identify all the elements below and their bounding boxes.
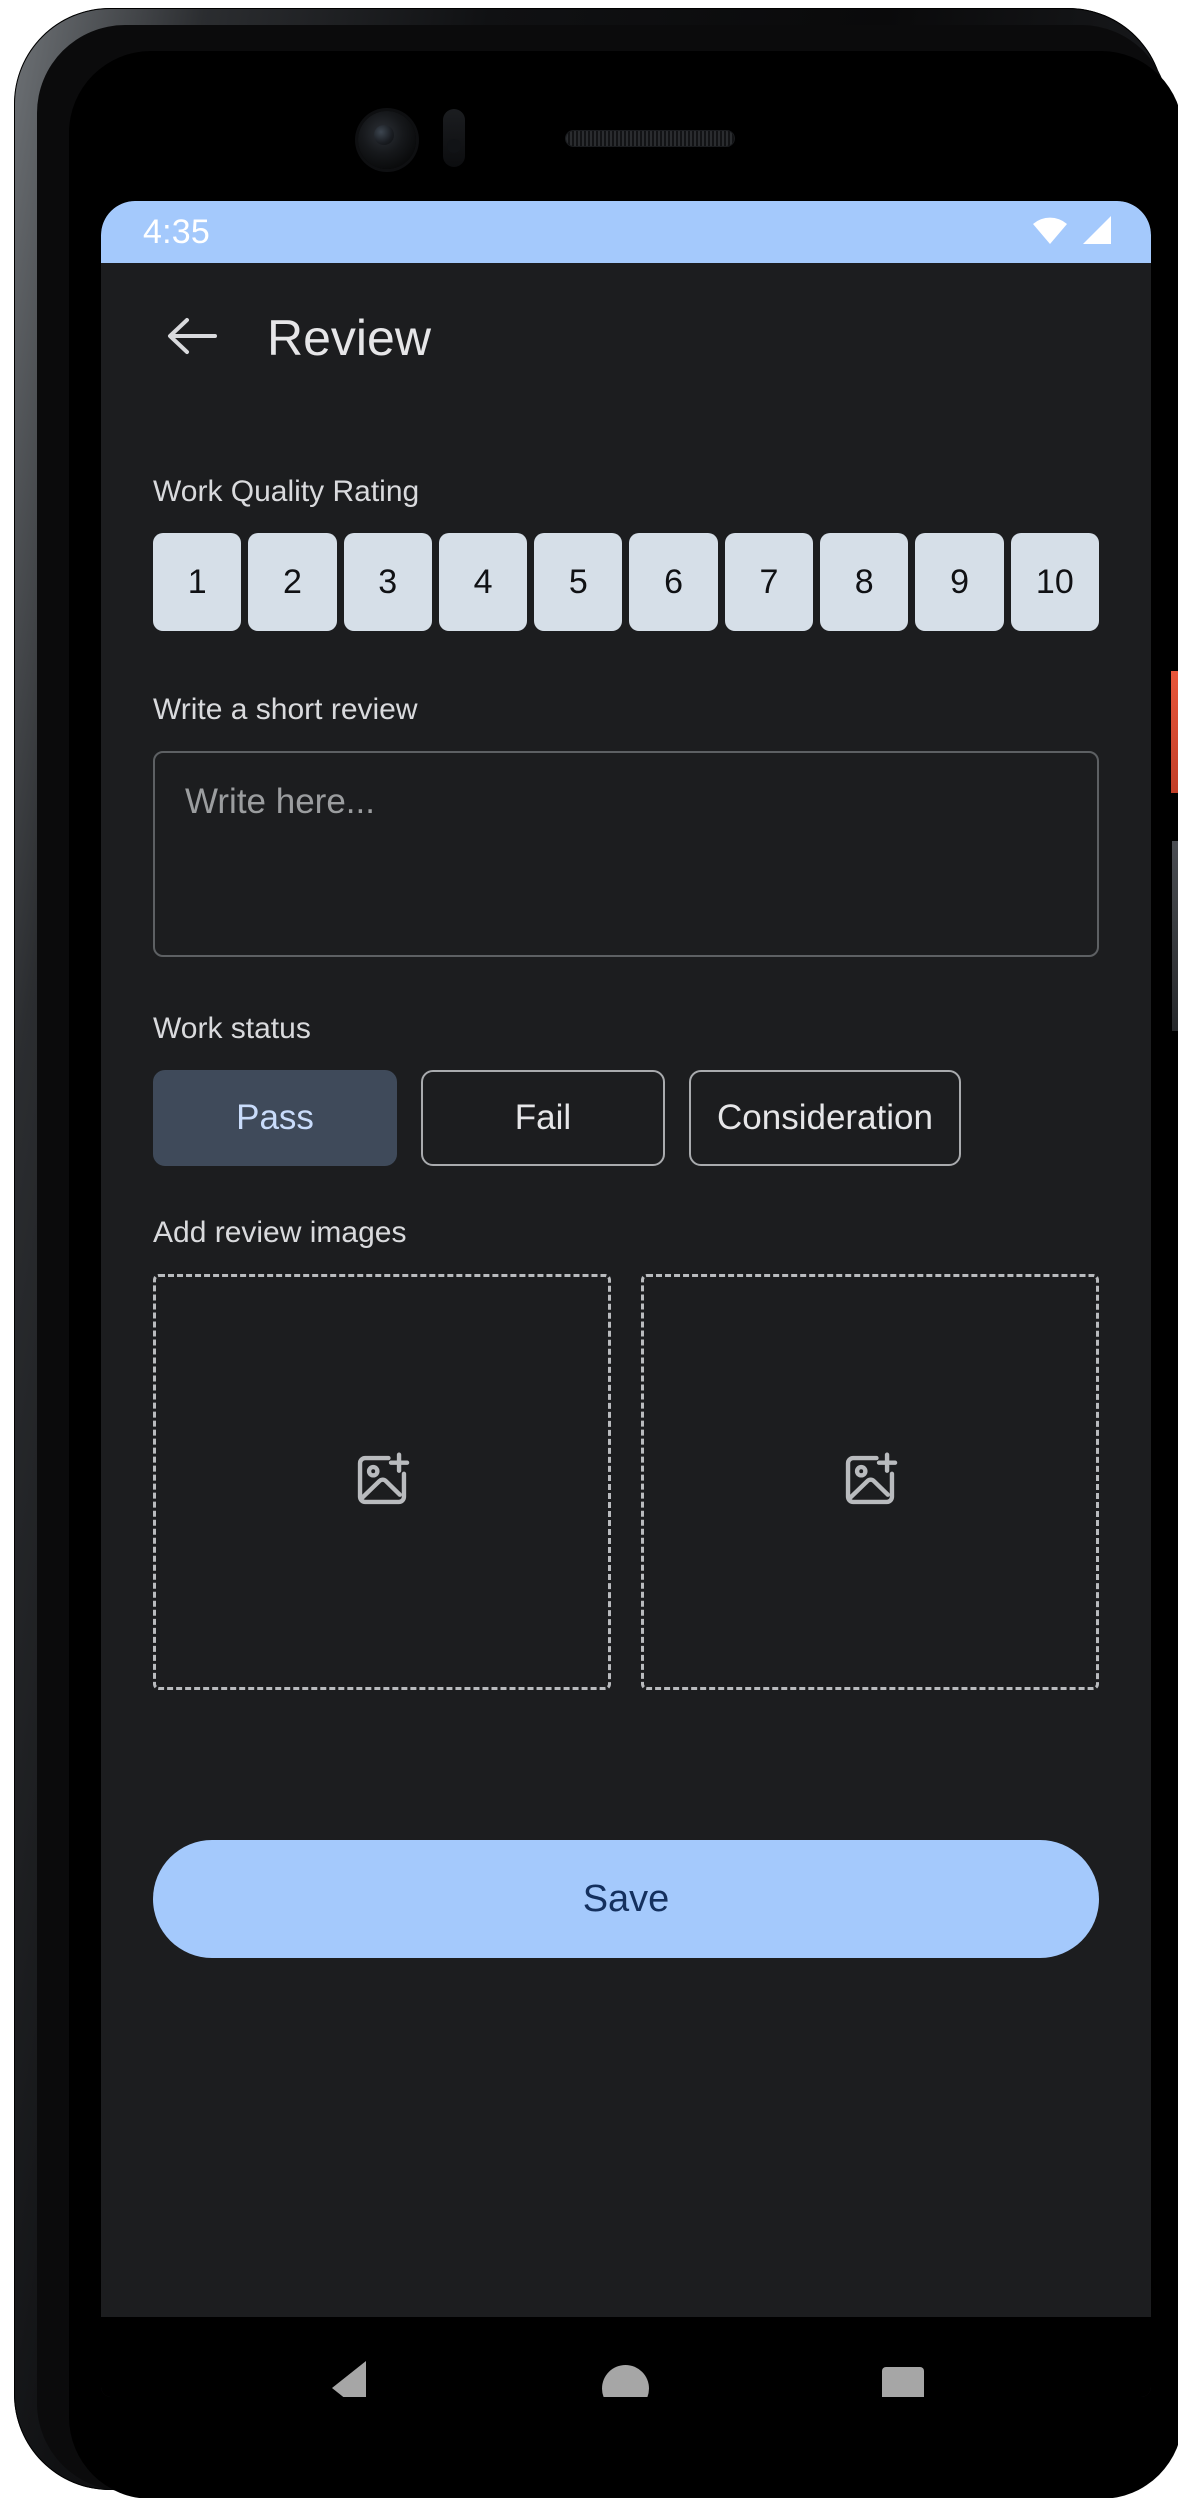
- rating-chip-4[interactable]: 4: [438, 533, 528, 631]
- save-button-wrapper: Save: [153, 1840, 1099, 1958]
- nav-back-icon: [332, 2361, 367, 2397]
- nav-back-button[interactable]: [304, 2343, 394, 2397]
- image-slot-2[interactable]: [641, 1274, 1099, 1690]
- phone-frame-inner: 4:35 Review Work Quality Rating 1 2 3 4 …: [37, 25, 1178, 2498]
- app-content: Review Work Quality Rating 1 2 3 4 5 6 7…: [101, 263, 1151, 2317]
- phone-body: 4:35 Review Work Quality Rating 1 2 3 4 …: [69, 51, 1178, 2498]
- add-images-label: Add review images: [153, 1216, 407, 1249]
- save-button[interactable]: Save: [153, 1840, 1099, 1958]
- rating-chip-2[interactable]: 2: [248, 533, 337, 631]
- status-bar-clock: 4:35: [143, 213, 210, 251]
- image-slot-group: [153, 1274, 1099, 1690]
- rating-chip-6[interactable]: 6: [629, 533, 718, 631]
- rating-chip-8[interactable]: 8: [820, 533, 909, 631]
- app-bar: Review: [101, 263, 1151, 413]
- add-image-icon: [351, 1449, 413, 1516]
- nav-recents-icon: [881, 2367, 924, 2397]
- nav-home-button[interactable]: [581, 2343, 671, 2397]
- arrow-left-icon: [165, 315, 217, 362]
- rating-chip-5[interactable]: 5: [534, 533, 623, 631]
- wifi-icon: [1031, 215, 1069, 250]
- nav-home-icon: [602, 2364, 650, 2397]
- signal-icon: [1081, 215, 1113, 250]
- work-status-label: Work status: [153, 1012, 311, 1045]
- image-slot-1[interactable]: [153, 1274, 611, 1690]
- rating-chip-group: 1 2 3 4 5 6 7 8 9 10: [153, 533, 1099, 631]
- power-button[interactable]: [1171, 671, 1178, 793]
- work-status-group: Pass Fail Consideration: [153, 1070, 1099, 1166]
- front-camera-icon: [358, 111, 416, 169]
- rating-chip-1[interactable]: 1: [153, 533, 242, 631]
- work-status-pass-button[interactable]: Pass: [153, 1070, 397, 1166]
- rating-chip-3[interactable]: 3: [343, 533, 432, 631]
- review-input[interactable]: [153, 751, 1099, 957]
- rating-chip-9[interactable]: 9: [915, 533, 1004, 631]
- phone-frame: 4:35 Review Work Quality Rating 1 2 3 4 …: [14, 8, 1178, 2498]
- work-status-fail-button[interactable]: Fail: [421, 1070, 665, 1166]
- volume-button[interactable]: [1172, 841, 1178, 1031]
- status-bar: 4:35: [101, 201, 1151, 263]
- earpiece-speaker: [566, 131, 734, 146]
- form-content: Work Quality Rating 1 2 3 4 5 6 7 8 9 10…: [101, 477, 1151, 1958]
- back-button[interactable]: [159, 306, 223, 370]
- add-image-icon: [839, 1449, 901, 1516]
- rating-chip-7[interactable]: 7: [724, 533, 814, 631]
- rating-label: Work Quality Rating: [153, 475, 420, 508]
- review-label: Write a short review: [153, 693, 418, 726]
- status-bar-icons: [1031, 215, 1113, 250]
- rating-chip-10[interactable]: 10: [1010, 533, 1099, 631]
- nav-recents-button[interactable]: [858, 2343, 948, 2397]
- page-title: Review: [267, 310, 431, 366]
- work-status-consideration-button[interactable]: Consideration: [689, 1070, 961, 1166]
- android-navigation-bar: [101, 2317, 1151, 2397]
- device-screen: 4:35 Review Work Quality Rating 1 2 3 4 …: [101, 201, 1151, 2397]
- proximity-sensor-icon: [443, 109, 465, 167]
- screenshot-root: 4:35 Review Work Quality Rating 1 2 3 4 …: [0, 0, 1178, 2498]
